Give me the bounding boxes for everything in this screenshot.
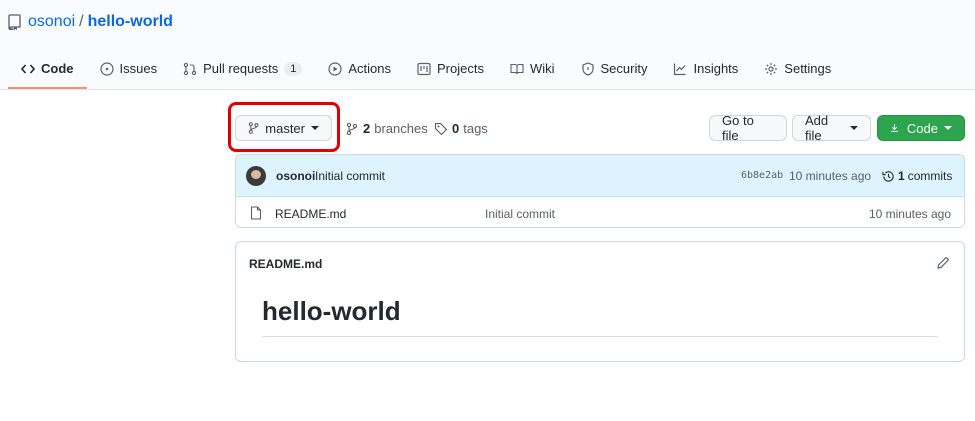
file-commit-time: 10 minutes ago bbox=[868, 207, 951, 221]
branches-link[interactable]: 2 branches bbox=[345, 121, 428, 136]
repo-title: osonoi / hello-world bbox=[8, 13, 173, 31]
repo-nav-tabs: Code Issues Pull requests 1 Actions Proj… bbox=[8, 50, 844, 89]
graph-icon bbox=[674, 63, 686, 75]
commit-hash[interactable]: 6b8e2ab bbox=[741, 170, 783, 181]
shield-icon bbox=[581, 61, 594, 76]
branch-icon bbox=[346, 122, 358, 135]
add-file-label: Add file bbox=[805, 113, 829, 143]
add-file-button[interactable]: Add file bbox=[792, 113, 871, 143]
repo-header: osonoi / hello-world Code Issues Pull re… bbox=[0, 0, 975, 90]
tab-settings-label: Settings bbox=[784, 61, 832, 76]
pull-request-icon bbox=[183, 62, 197, 75]
play-icon bbox=[328, 61, 342, 76]
chevron-down-icon bbox=[944, 126, 952, 130]
tab-actions[interactable]: Actions bbox=[315, 50, 404, 87]
tab-projects-label: Projects bbox=[437, 61, 484, 76]
pull-requests-counter: 1 bbox=[284, 61, 303, 76]
file-name-link[interactable]: README.md bbox=[275, 207, 346, 221]
file-browser: osonoi Initial commit 6b8e2ab 10 minutes… bbox=[235, 154, 965, 228]
go-to-file-button[interactable]: Go to file bbox=[709, 113, 787, 143]
history-icon bbox=[882, 170, 894, 182]
tab-wiki-label: Wiki bbox=[529, 61, 555, 76]
code-dropdown-button[interactable]: Code bbox=[877, 115, 965, 141]
gear-icon bbox=[765, 62, 778, 75]
readme-panel: README.md hello-world bbox=[235, 241, 965, 362]
file-icon bbox=[250, 206, 262, 220]
tab-code[interactable]: Code bbox=[8, 50, 87, 89]
tab-security-label: Security bbox=[600, 61, 648, 76]
tab-actions-label: Actions bbox=[348, 61, 391, 76]
latest-commit-row: osonoi Initial commit 6b8e2ab 10 minutes… bbox=[236, 155, 964, 197]
tab-issues-label: Issues bbox=[119, 61, 158, 76]
tab-issues[interactable]: Issues bbox=[87, 50, 171, 87]
tags-label: tags bbox=[463, 121, 488, 136]
tab-insights-label: Insights bbox=[693, 61, 739, 76]
download-icon bbox=[891, 124, 898, 132]
commits-link[interactable]: 1 commits bbox=[882, 169, 952, 183]
project-icon bbox=[417, 62, 431, 75]
tab-insights[interactable]: Insights bbox=[660, 50, 751, 87]
commits-label: commits bbox=[907, 169, 953, 183]
branch-bar: master 2 branches 0 tags Go to file Add … bbox=[235, 113, 965, 143]
file-commit-message[interactable]: Initial commit bbox=[485, 207, 555, 221]
tab-pull-requests[interactable]: Pull requests 1 bbox=[170, 50, 315, 87]
tab-wiki[interactable]: Wiki bbox=[497, 50, 568, 87]
commit-author[interactable]: osonoi bbox=[276, 169, 315, 183]
code-icon bbox=[21, 63, 35, 74]
tab-settings[interactable]: Settings bbox=[751, 50, 844, 87]
tab-code-label: Code bbox=[41, 61, 74, 76]
tag-icon bbox=[434, 122, 448, 135]
chevron-down-icon bbox=[850, 126, 858, 130]
commits-count: 1 bbox=[898, 169, 905, 183]
commit-message[interactable]: Initial commit bbox=[315, 169, 385, 183]
avatar[interactable] bbox=[246, 166, 266, 186]
repo-owner-link[interactable]: osonoi bbox=[28, 13, 75, 31]
branches-count: 2 bbox=[363, 121, 371, 136]
readme-heading: hello-world bbox=[262, 296, 401, 326]
issue-icon bbox=[99, 61, 114, 76]
code-button-label: Code bbox=[906, 120, 938, 136]
tab-pull-requests-label: Pull requests bbox=[203, 61, 279, 76]
readme-divider bbox=[262, 336, 938, 337]
tags-link[interactable]: 0 tags bbox=[434, 121, 488, 136]
tags-count: 0 bbox=[452, 121, 460, 136]
repo-icon bbox=[8, 14, 21, 30]
book-icon bbox=[510, 63, 524, 74]
tab-projects[interactable]: Projects bbox=[404, 50, 497, 87]
repo-separator: / bbox=[79, 13, 84, 30]
tab-security[interactable]: Security bbox=[568, 50, 661, 87]
repo-name-link[interactable]: hello-world bbox=[88, 13, 173, 31]
highlight-box bbox=[228, 102, 340, 152]
branches-label: branches bbox=[374, 121, 428, 136]
commit-time: 10 minutes ago bbox=[789, 169, 872, 183]
pencil-icon[interactable] bbox=[936, 256, 950, 270]
table-row: README.md Initial commit 10 minutes ago bbox=[236, 197, 964, 227]
readme-title: README.md bbox=[249, 257, 323, 271]
